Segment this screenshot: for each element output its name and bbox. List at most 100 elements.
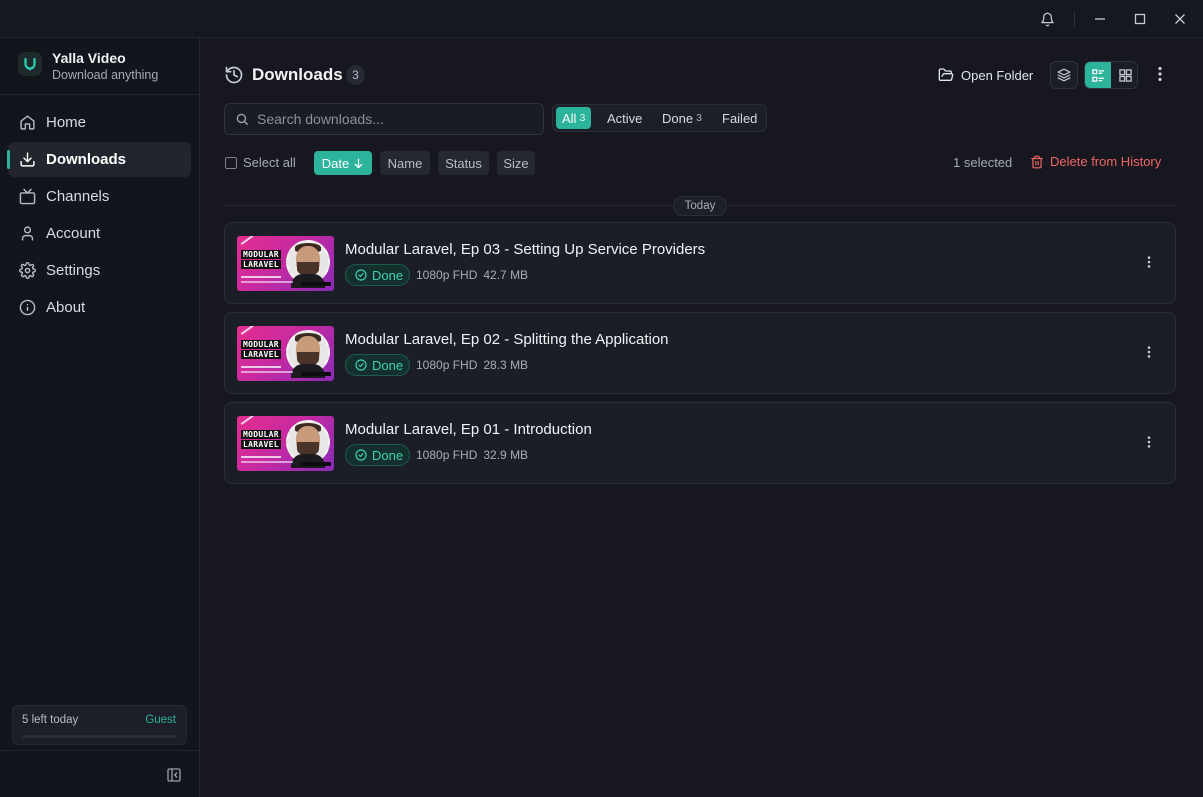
download-item[interactable]: MODULAR LARAVEL Modular Laravel, Ep 01 - …	[224, 402, 1176, 484]
app-name: Yalla Video	[52, 50, 126, 66]
item-menu-button[interactable]	[1141, 254, 1157, 270]
more-vertical-icon	[1147, 436, 1151, 448]
layers-icon	[1057, 68, 1071, 82]
grid-view-button[interactable]	[1112, 62, 1137, 88]
sidebar-item-channels[interactable]: Channels	[8, 179, 191, 214]
item-menu-button[interactable]	[1141, 344, 1157, 360]
thumbnail-text: MODULAR LARAVEL	[241, 430, 281, 449]
view-mode-toggle	[1084, 61, 1138, 89]
selection-count: 1 selected	[953, 155, 1013, 170]
bell-icon	[1040, 12, 1054, 26]
sidebar-item-account[interactable]: Account	[8, 216, 191, 251]
select-all-label: Select all	[243, 155, 296, 170]
sidebar-item-home[interactable]: Home	[8, 105, 191, 140]
open-folder-label: Open Folder	[961, 67, 1034, 83]
sidebar-item-label: About	[46, 299, 86, 316]
plan-label[interactable]: Guest	[145, 714, 176, 726]
sort-by-status-button[interactable]: Status	[438, 151, 489, 175]
info-icon	[8, 299, 46, 316]
layers-button[interactable]	[1050, 61, 1078, 89]
date-group-label: Today	[673, 196, 727, 216]
download-item[interactable]: MODULAR LARAVEL Modular Laravel, Ep 03 - …	[224, 222, 1176, 304]
search-box	[224, 103, 544, 135]
brand: Yalla Video Download anything	[0, 38, 199, 95]
app-tagline: Download anything	[52, 68, 159, 82]
sidebar-item-label: Downloads	[46, 151, 127, 168]
video-meta: 1080p FHD 42.7 MB	[416, 268, 528, 282]
arrow-down-icon	[354, 158, 363, 168]
more-options-button[interactable]	[1150, 64, 1170, 84]
title-bar	[0, 0, 1203, 38]
video-meta: 1080p FHD 28.3 MB	[416, 358, 528, 372]
list-view-button[interactable]	[1085, 62, 1111, 88]
checkbox[interactable]	[225, 156, 237, 169]
notifications-button[interactable]	[1027, 0, 1067, 38]
video-quality: 1080p FHD	[416, 358, 478, 372]
video-thumbnail: MODULAR LARAVEL	[237, 236, 334, 291]
more-vertical-icon	[1147, 256, 1151, 268]
sort-label: Status	[445, 155, 482, 171]
daily-quota-card: 5 left today Guest	[12, 705, 187, 745]
filter-tab-label: Done	[662, 110, 694, 126]
sidebar-item-about[interactable]: About	[8, 290, 191, 325]
status-label: Done	[372, 267, 404, 283]
history-icon	[224, 65, 244, 85]
filter-tab-all[interactable]: All 3	[556, 107, 592, 129]
filter-tab-label: All	[562, 110, 577, 126]
sort-label: Date	[321, 155, 350, 171]
status-label: Done	[372, 357, 404, 373]
sidebar-item-settings[interactable]: Settings	[8, 253, 191, 288]
status-badge: Done	[345, 264, 410, 286]
video-meta: 1080p FHD 32.9 MB	[416, 448, 528, 462]
quota-progress-bar	[22, 735, 176, 738]
video-title: Modular Laravel, Ep 03 - Setting Up Serv…	[345, 241, 706, 258]
check-circle-icon	[355, 269, 367, 281]
status-label: Done	[372, 447, 404, 463]
title-bar-separator	[1074, 11, 1075, 27]
file-size: 42.7 MB	[483, 268, 529, 282]
video-title: Modular Laravel, Ep 02 - Splitting the A…	[345, 331, 669, 348]
thumbnail-text: MODULAR LARAVEL	[241, 340, 281, 359]
select-all-checkbox[interactable]: Select all	[225, 155, 296, 170]
filter-tab-count: 3	[579, 112, 586, 124]
close-window-button[interactable]	[1160, 0, 1200, 38]
filter-tab-failed[interactable]: Failed	[716, 107, 763, 129]
trash-icon	[1031, 155, 1043, 168]
sidebar: Yalla Video Download anything Home Downl…	[0, 38, 200, 797]
minimize-icon	[1095, 18, 1105, 20]
status-badge: Done	[345, 444, 410, 466]
video-thumbnail: MODULAR LARAVEL	[237, 326, 334, 381]
more-vertical-icon	[1147, 346, 1151, 358]
delete-label: Delete from History	[1050, 154, 1162, 169]
filter-tab-active[interactable]: Active	[601, 107, 648, 129]
check-circle-icon	[355, 449, 367, 461]
app-logo	[18, 52, 42, 76]
sidebar-item-downloads[interactable]: Downloads	[7, 142, 191, 177]
sort-by-date-button[interactable]: Date	[314, 151, 372, 175]
sidebar-item-label: Home	[46, 114, 87, 131]
download-item[interactable]: MODULAR LARAVEL Modular Laravel, Ep 02 - …	[224, 312, 1176, 394]
sidebar-item-label: Settings	[46, 262, 101, 279]
search-input[interactable]	[257, 104, 537, 134]
video-quality: 1080p FHD	[416, 268, 478, 282]
panel-left-close-icon	[167, 768, 181, 782]
sort-by-size-button[interactable]: Size	[497, 151, 535, 175]
video-thumbnail: MODULAR LARAVEL	[237, 416, 334, 471]
minimize-button[interactable]	[1080, 0, 1120, 38]
collapse-sidebar-button[interactable]	[166, 767, 182, 783]
folder-open-icon	[938, 68, 954, 81]
file-size: 32.9 MB	[483, 448, 529, 462]
maximize-button[interactable]	[1120, 0, 1160, 38]
filter-tab-done[interactable]: Done 3	[656, 107, 708, 129]
item-menu-button[interactable]	[1141, 434, 1157, 450]
home-icon	[8, 114, 46, 131]
sort-by-name-button[interactable]: Name	[380, 151, 430, 175]
thumbnail-text: MODULAR LARAVEL	[241, 250, 281, 269]
sidebar-item-label: Channels	[46, 188, 110, 205]
open-folder-button[interactable]: Open Folder	[930, 61, 1038, 89]
close-icon	[1175, 14, 1185, 24]
tv-icon	[8, 188, 46, 205]
status-filter-tabs: All 3 Active Done 3 Failed	[552, 104, 767, 132]
delete-from-history-button[interactable]: Delete from History	[1030, 154, 1161, 169]
gear-icon	[8, 262, 46, 279]
